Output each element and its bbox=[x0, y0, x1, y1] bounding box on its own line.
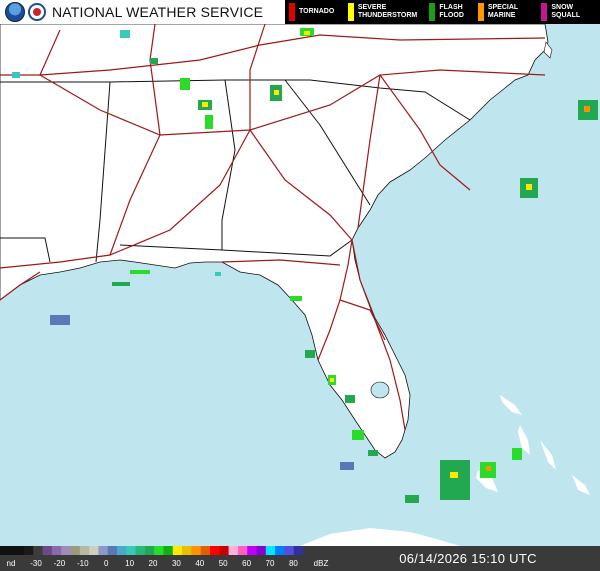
legend-label: TORNADO bbox=[299, 8, 335, 15]
scale-color-cell bbox=[24, 546, 34, 555]
legend-swatch bbox=[289, 3, 295, 21]
reflectivity-scale: nd -30 -20 -10 0 10 20 30 40 50 60 70 80 dBZ bbox=[0, 546, 329, 568]
radar-viewer: NATIONAL WEATHER SERVICE TORNADO SEVERE T… bbox=[0, 0, 600, 571]
scale-tick-label: 20 bbox=[149, 559, 158, 568]
noaa-logo-icon bbox=[5, 2, 25, 22]
scale-color-cell bbox=[135, 546, 146, 555]
legend-swatch bbox=[429, 3, 436, 21]
scale-tick-label: 70 bbox=[266, 559, 275, 568]
scale-color-cell bbox=[182, 546, 192, 555]
legend-swatch bbox=[347, 3, 354, 21]
scale-tick-label: 40 bbox=[195, 559, 204, 568]
legend-swatch bbox=[477, 3, 484, 21]
scale-color-cell bbox=[200, 546, 211, 555]
scale-color-cell bbox=[275, 546, 285, 555]
scale-color-cell bbox=[154, 546, 164, 555]
agency-branding: NATIONAL WEATHER SERVICE bbox=[0, 0, 285, 24]
scale-color-cell bbox=[33, 546, 43, 555]
scale-unit-label: dBZ bbox=[314, 559, 329, 568]
scale-color-cell bbox=[117, 546, 127, 555]
scale-color-cell bbox=[89, 546, 99, 555]
scale-color-cell bbox=[70, 546, 81, 555]
agency-title: NATIONAL WEATHER SERVICE bbox=[52, 4, 264, 20]
scale-color-cell bbox=[219, 546, 229, 555]
scale-color-cell bbox=[163, 546, 174, 555]
scale-color-cell bbox=[256, 546, 267, 555]
header-bar: NATIONAL WEATHER SERVICE TORNADO SEVERE T… bbox=[0, 0, 600, 24]
legend-label: SNOW SQUALL bbox=[551, 4, 581, 19]
warnings-legend: TORNADO SEVERE THUNDERSTORM FLASH FLOOD SPE… bbox=[285, 0, 600, 24]
scale-color-cell bbox=[42, 546, 53, 555]
scale-color-cell bbox=[98, 546, 108, 555]
scale-nd-cell bbox=[0, 546, 24, 555]
radar-map[interactable] bbox=[0, 0, 600, 546]
legend-label: SPECIAL MARINE bbox=[487, 4, 519, 19]
scale-tick-label: -30 bbox=[30, 559, 42, 568]
lake-okeechobee bbox=[370, 381, 390, 399]
scale-color-cell bbox=[51, 546, 62, 555]
legend-label: SEVERE THUNDERSTORM bbox=[357, 4, 418, 19]
legend-item: SPECIAL MARINE bbox=[474, 0, 538, 24]
scale-tick-label: -20 bbox=[54, 559, 66, 568]
scale-color-cell bbox=[237, 546, 248, 555]
scale-color-cell bbox=[144, 546, 155, 555]
scale-tick-label: 0 bbox=[104, 559, 109, 568]
scale-nd-label: nd bbox=[7, 559, 16, 568]
legend-item: TORNADO bbox=[285, 0, 344, 24]
legend-item: SEVERE THUNDERSTORM bbox=[344, 0, 426, 24]
scale-color-cell bbox=[284, 546, 294, 555]
scale-color-cell bbox=[126, 546, 136, 555]
scale-color-cell bbox=[107, 546, 118, 555]
scale-tick-label: -10 bbox=[77, 559, 89, 568]
scale-color-cell bbox=[210, 546, 220, 555]
legend-swatch bbox=[541, 3, 548, 21]
legend-item: SNOW SQUALL bbox=[537, 0, 600, 24]
scale-color-cell bbox=[79, 546, 90, 555]
legend-label: FLASH FLOOD bbox=[439, 4, 464, 19]
scale-color-cell bbox=[247, 546, 257, 555]
radar-timestamp: 06/14/2026 15:10 UTC bbox=[399, 551, 537, 566]
scale-tick-label: 80 bbox=[289, 559, 298, 568]
nws-logo-icon bbox=[28, 3, 46, 21]
scale-color-cell bbox=[61, 546, 71, 555]
scale-color-cell bbox=[265, 546, 276, 555]
scale-tick-label: 10 bbox=[125, 559, 134, 568]
scale-tick-label: 50 bbox=[219, 559, 228, 568]
scale-tick-label: 30 bbox=[172, 559, 181, 568]
scale-color-cell bbox=[172, 546, 183, 555]
scale-tick-label: 60 bbox=[242, 559, 251, 568]
scale-color-cell bbox=[191, 546, 201, 555]
scale-color-cell bbox=[228, 546, 239, 555]
legend-item: FLASH FLOOD bbox=[425, 0, 473, 24]
scale-color-cell bbox=[293, 546, 304, 555]
